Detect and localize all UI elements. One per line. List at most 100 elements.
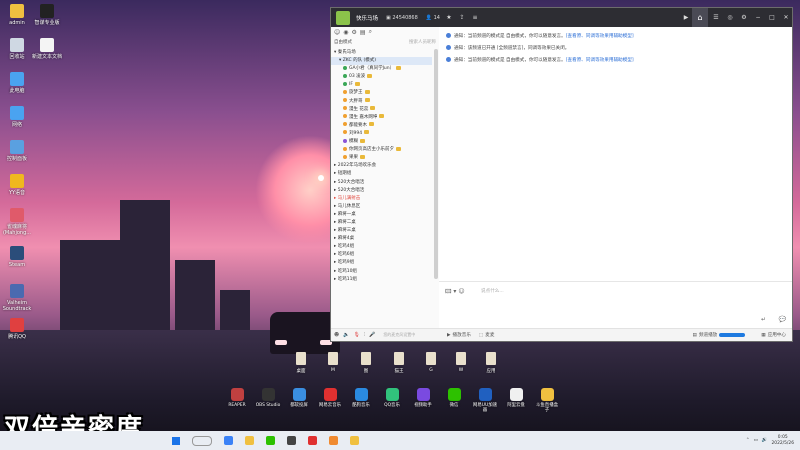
clock[interactable]: 0:05 2022/5/26 — [771, 435, 794, 446]
sidebar-scrollbar[interactable] — [434, 49, 438, 279]
dock-folder[interactable]: G — [420, 352, 442, 373]
member-item[interactable]: 模糊 — [331, 138, 432, 146]
speaker-icon[interactable]: 🔈 — [343, 332, 349, 338]
channel-item[interactable]: ▸ 马儿满射击 — [331, 195, 432, 203]
start-icon[interactable] — [172, 436, 180, 445]
record-icon[interactable]: ◉ — [343, 29, 348, 36]
channel-item[interactable]: ▸ 麻将一桌 — [331, 211, 432, 219]
chrome-icon[interactable] — [266, 436, 275, 445]
desktop-icon[interactable]: 新建文本文档 — [30, 38, 64, 60]
network-icon[interactable]: ▭ — [754, 438, 758, 443]
member-item[interactable]: 刘994 — [331, 130, 432, 138]
desktop-icon[interactable]: YY语音 — [0, 174, 34, 196]
member-item[interactable]: 果果 — [331, 154, 432, 162]
dock-folder[interactable]: 应用 — [480, 352, 502, 374]
desktop-icon[interactable]: 控制面板 — [0, 140, 34, 162]
app-icon[interactable] — [350, 436, 359, 445]
desktop-icon[interactable]: 雀魂麻将 (Mahjong... — [0, 208, 34, 236]
channel-item[interactable]: ▸ 短期组 — [331, 170, 432, 178]
desktop-icon[interactable]: Valheim Soundtrack — [0, 284, 34, 312]
channel-item[interactable]: ▸ 马儿休息区 — [331, 203, 432, 211]
send-icon[interactable]: ↵ — [761, 316, 766, 323]
play-music-button[interactable]: ▶ 播放音乐 — [447, 332, 471, 339]
window-titlebar[interactable]: 快乐马场 ▣ 24540868 👤 14 ★ ⇪ ≡ ▶ ⌂ ☰ ◎ ⚙ − □… — [331, 8, 792, 27]
desktop-app[interactable]: 斗鱼直播盒子 — [534, 388, 560, 414]
member-item[interactable]: 都能要木 — [331, 122, 432, 130]
star-icon[interactable]: ★ — [445, 14, 453, 22]
channel-item[interactable]: ▸ 吃鸡11组 — [331, 276, 432, 284]
member-item[interactable]: GA小君（真同学Jun） — [331, 65, 432, 73]
search-hint[interactable]: 搜索人员昵称 — [409, 39, 436, 45]
channel-item[interactable]: ▸ 吃鸡4组 — [331, 243, 432, 251]
desktop-icon[interactable]: 网络 — [0, 106, 34, 128]
minimize-icon[interactable]: − — [754, 14, 762, 22]
desktop-app[interactable]: 网易云音乐 — [317, 388, 343, 408]
desktop-app[interactable]: QQ音乐 — [379, 388, 405, 408]
desktop-icon[interactable]: 腾讯QQ — [0, 318, 34, 340]
folder-icon[interactable]: ▤ — [360, 29, 366, 36]
member-item[interactable]: 旋梦王 — [331, 89, 432, 97]
app-icon[interactable] — [329, 436, 338, 445]
settings-icon[interactable]: ⚙ — [740, 14, 748, 22]
volume-bar[interactable] — [719, 333, 746, 337]
search-icon[interactable]: ⌕ — [369, 28, 372, 36]
gamepad-icon[interactable]: ◎ — [726, 14, 734, 22]
chat-bubble-icon[interactable]: 💬 — [779, 316, 786, 323]
chevron-up-icon[interactable]: ⌃ — [746, 438, 750, 443]
dock-folder[interactable]: 猫王 — [388, 352, 410, 374]
member-item[interactable]: 漫生 嘉木网坤 — [331, 114, 432, 122]
member-item[interactable]: 大胖哥 — [331, 98, 432, 106]
share-button[interactable]: ⬚ 麦麦 — [479, 332, 495, 339]
channel-item[interactable]: ▸ 520大合唱活 — [331, 179, 432, 187]
member-item[interactable]: 漫生 花蕊 — [331, 106, 432, 114]
emoji-icon[interactable]: ☻ — [334, 332, 339, 338]
dock-folder[interactable]: 图 — [355, 352, 377, 374]
dock-folder[interactable]: 桌面 — [290, 352, 312, 374]
maximize-icon[interactable]: □ — [768, 14, 776, 22]
mic-setting-icon[interactable]: 🎤 — [369, 332, 375, 338]
desktop-app[interactable]: 视频助手 — [410, 388, 436, 408]
member-item[interactable]: 你网页高店主小乐前夕 — [331, 146, 432, 154]
member-count[interactable]: 👤 14 — [426, 15, 440, 21]
equalizer-icon[interactable]: ⫶ — [364, 332, 365, 338]
search-icon[interactable] — [192, 435, 212, 446]
app-icon[interactable] — [308, 436, 317, 445]
app-center-button[interactable]: ▦ 应用中心 — [761, 332, 786, 339]
list-icon[interactable]: ☰ — [712, 14, 720, 22]
app-icon[interactable] — [287, 436, 296, 445]
dock-folder[interactable]: M — [322, 352, 344, 373]
settings-icon[interactable]: ⚙ — [352, 29, 357, 36]
channel-item[interactable]: ▸ 2022年马场欢乐会 — [331, 162, 432, 170]
channel-item[interactable]: ▸ 吃鸡6组 — [331, 251, 432, 259]
desktop-icon[interactable]: 智谋专业版 — [30, 4, 64, 26]
desktop-icon[interactable]: admin — [0, 4, 34, 26]
menu-icon[interactable]: ≡ — [471, 14, 479, 22]
member-item[interactable]: 03 凌波 — [331, 73, 432, 81]
channel-volume[interactable]: ▤ 频道播放 — [693, 332, 746, 338]
desktop-app[interactable]: 酷狗音乐 — [348, 388, 374, 408]
channel-item[interactable]: ▸ 麻将4桌 — [331, 235, 432, 243]
desktop-app[interactable]: 微信 — [441, 388, 467, 408]
desktop-app[interactable]: REAPER — [224, 388, 250, 408]
channel-item[interactable]: ▸ 吃鸡10组 — [331, 268, 432, 276]
desktop-icon[interactable]: Steam — [0, 246, 34, 268]
desktop-app[interactable]: 都软投屏 — [286, 388, 312, 408]
member-item[interactable]: IF — [331, 81, 432, 89]
channel-avatar[interactable] — [336, 10, 350, 25]
share-icon[interactable]: ⇪ — [458, 14, 466, 22]
message-link[interactable]: [查看原、同调等效果用辅助模型] — [566, 58, 634, 63]
dock-folder[interactable]: W — [450, 352, 472, 373]
channel-item[interactable]: ▸ 吃鸡9组 — [331, 259, 432, 267]
home-icon[interactable]: ⌂ — [692, 8, 708, 27]
desktop-app[interactable]: 网易UU加速器 — [472, 388, 498, 414]
close-icon[interactable]: ✕ — [782, 14, 790, 22]
edge-icon[interactable] — [224, 436, 233, 445]
folder-icon[interactable] — [245, 436, 254, 445]
mic-icon[interactable]: 🎙 — [353, 332, 359, 338]
desktop-icon[interactable]: 回收站 — [0, 38, 34, 60]
sub-channel-item[interactable]: ▾ ZKC 的队 (模式) — [331, 57, 432, 66]
volume-icon[interactable]: 🔊 — [762, 438, 768, 443]
image-icon[interactable]: 🖾 ▾ ☺ — [445, 287, 465, 297]
channel-item[interactable]: ▸ 520大合唱活 — [331, 187, 432, 195]
message-link[interactable]: [查看原、同调等效果用辅助模型] — [566, 34, 634, 39]
